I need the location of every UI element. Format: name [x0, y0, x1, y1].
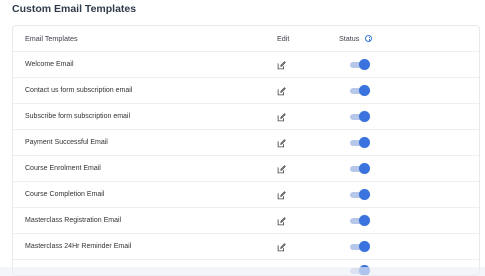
edit-icon[interactable] — [277, 139, 286, 148]
status-toggle[interactable] — [350, 241, 370, 252]
table-row: Contact us form subscription email — [13, 78, 479, 104]
page-title: Custom Email Templates — [12, 3, 137, 15]
template-name: Subscribe form subscription email — [25, 113, 131, 120]
toggle-knob — [359, 215, 370, 226]
table-row: Payment Successful Email — [13, 130, 479, 156]
template-name: Welcome Email — [25, 61, 74, 68]
status-toggle[interactable] — [350, 163, 370, 174]
edit-icon[interactable] — [277, 243, 286, 252]
column-header-status: Status — [339, 34, 373, 43]
column-header-email-templates: Email Templates — [25, 34, 78, 43]
toggle-knob — [359, 59, 370, 70]
template-name: Masterclass Registration Email — [25, 217, 122, 224]
toggle-knob — [359, 85, 370, 96]
edit-icon[interactable] — [277, 191, 286, 200]
edit-icon[interactable] — [277, 217, 286, 226]
table-row: Course Enrolment Email — [13, 156, 479, 182]
status-label: Status — [339, 34, 360, 43]
status-toggle[interactable] — [350, 111, 370, 122]
edit-icon[interactable] — [277, 87, 286, 96]
status-toggle[interactable] — [350, 59, 370, 70]
table-header: Email Templates Edit Status — [13, 26, 479, 52]
table-row: Masterclass 24Hr Reminder Email — [13, 234, 479, 260]
template-name: Contact us form subscription email — [25, 87, 133, 94]
email-templates-table: Email Templates Edit Status Welcome Emai… — [12, 25, 480, 276]
edit-icon[interactable] — [277, 113, 286, 122]
toggle-knob — [359, 163, 370, 174]
table-row: Course Completion Email — [13, 182, 479, 208]
toggle-knob — [359, 137, 370, 148]
status-toggle[interactable] — [350, 189, 370, 200]
column-header-edit: Edit — [277, 34, 290, 43]
template-name: Payment Successful Email — [25, 139, 108, 146]
toggle-knob — [359, 189, 370, 200]
template-name: Course Completion Email — [25, 191, 105, 198]
template-name: Course Enrolment Email — [25, 165, 101, 172]
toggle-knob — [359, 241, 370, 252]
table-row: Subscribe form subscription email — [13, 104, 479, 130]
template-name: Masterclass 24Hr Reminder Email — [25, 243, 132, 250]
edit-icon[interactable] — [277, 165, 286, 174]
toggle-knob — [359, 111, 370, 122]
info-icon[interactable] — [365, 35, 373, 42]
table-row: Welcome Email — [13, 52, 479, 78]
edit-icon[interactable] — [277, 61, 286, 70]
status-toggle[interactable] — [350, 137, 370, 148]
status-toggle[interactable] — [350, 215, 370, 226]
status-toggle[interactable] — [350, 85, 370, 96]
table-row: Masterclass Registration Email — [13, 208, 479, 234]
bottom-fade — [0, 267, 485, 276]
